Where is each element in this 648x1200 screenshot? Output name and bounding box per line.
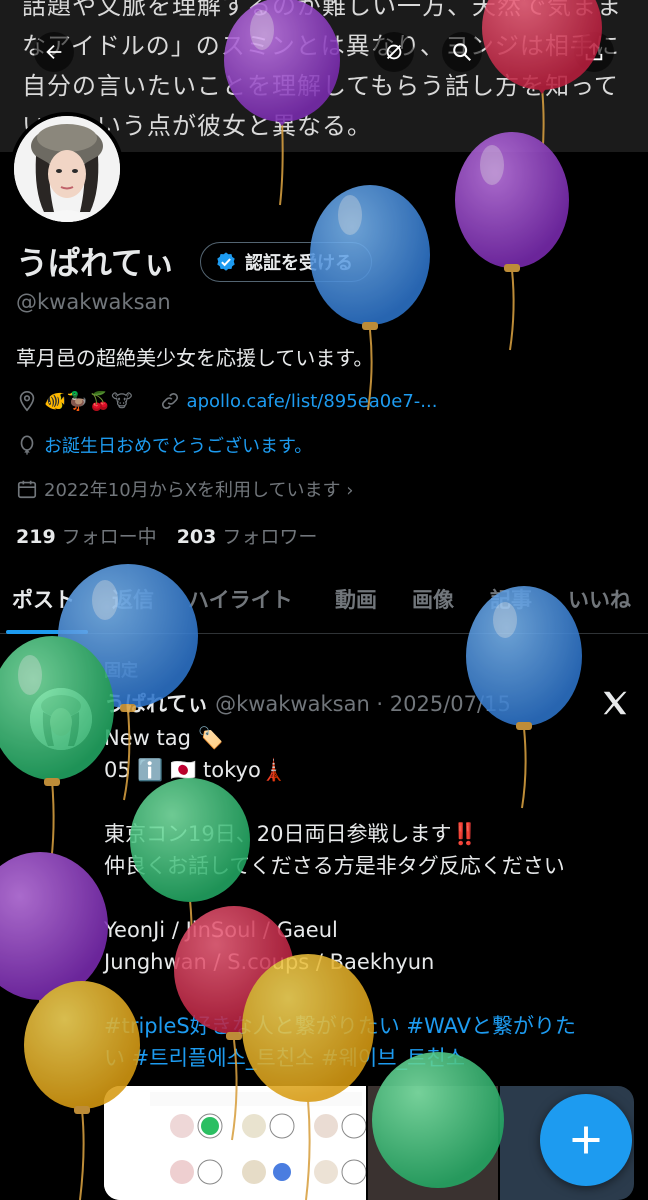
location-pin-icon	[19, 391, 35, 412]
compose-post-button[interactable]	[540, 1094, 632, 1186]
profile-tabs: ポスト 返信 ハイライト 動画 画像 記事 いいね	[0, 574, 648, 634]
search-icon	[453, 43, 471, 61]
share-button[interactable]	[574, 32, 614, 72]
tag-card-image	[104, 1086, 367, 1200]
media-image[interactable]	[104, 1086, 367, 1200]
post-header: うぱれてぃ @kwakwaksan · 2025/07/15	[104, 688, 511, 718]
profile-handle: @kwakwaksan	[16, 290, 171, 314]
plus-icon	[572, 1126, 600, 1154]
post-author-name[interactable]: うぱれてぃ	[104, 692, 208, 716]
location-text: 🐠🦆🍒🐮	[44, 390, 133, 412]
following-count: 219	[16, 526, 56, 548]
profile-link[interactable]: apollo.cafe/list/895ea0e7-...	[187, 391, 438, 412]
post-avatar-image	[30, 688, 92, 750]
tab-videos[interactable]: 動画	[335, 584, 377, 614]
post-hashtags[interactable]: い #트리플에스_트친소 #웨이브_트친소	[104, 1042, 634, 1074]
post-line: YeonJi / JinSoul / Gaeul	[104, 918, 338, 942]
following-label: フォロー中	[61, 526, 157, 548]
post-body[interactable]: New tag 🏷️ 05 ℹ️ 🇯🇵 tokyo🗼 東京コン19日、20日両日…	[104, 722, 634, 1074]
tab-highlights[interactable]: ハイライト	[188, 584, 293, 614]
tab-articles[interactable]: 記事	[490, 584, 532, 614]
pinned-label: 固定	[104, 661, 138, 681]
location-row: 🐠🦆🍒🐮 apollo.cafe/list/895ea0e7-...	[16, 390, 437, 412]
get-verified-button[interactable]: 認証を受ける	[200, 242, 372, 282]
joined-row: 2022年10月からXを利用しています ›	[16, 476, 353, 502]
tab-photos[interactable]: 画像	[412, 584, 454, 614]
balloon-icon	[20, 435, 34, 455]
followers-label: フォロワー	[222, 526, 318, 548]
post-author-avatar[interactable]	[30, 688, 92, 750]
tab-likes[interactable]: いいね	[568, 584, 631, 614]
back-button[interactable]	[34, 32, 74, 72]
share-icon	[585, 42, 603, 61]
avatar-image	[14, 116, 120, 222]
media-image[interactable]	[368, 1086, 498, 1200]
search-button[interactable]	[442, 32, 482, 72]
balloon-purple	[0, 852, 108, 1081]
post-line: 東京コン19日、20日両日参戦します‼️	[104, 822, 478, 846]
birthday-row: お誕生日おめでとうございます。	[16, 432, 312, 458]
grok-button[interactable]	[374, 32, 414, 72]
followers-link[interactable]: 203 フォロワー	[177, 526, 318, 548]
link-icon	[161, 392, 178, 410]
post-author-handle[interactable]: @kwakwaksan · 2025/07/15	[215, 692, 511, 716]
balloon-blue	[310, 185, 430, 411]
tab-posts[interactable]: ポスト	[12, 584, 75, 614]
birthday-text[interactable]: お誕生日おめでとうございます。	[44, 432, 312, 458]
post-hashtags[interactable]: #tripleS好きな人と繋がりたい #WAVと繋がりた	[104, 1010, 634, 1042]
banner-text: 話題や文脈を理解するのが難しい一方、天然で気ままなアイドルの」のスミンとは異なり…	[22, 0, 622, 140]
followers-count: 203	[176, 526, 217, 548]
follow-stats: 219 フォロー中 203 フォロワー	[16, 522, 317, 549]
post-line: New tag 🏷️	[104, 726, 224, 750]
following-link[interactable]: 219 フォロー中	[16, 526, 157, 548]
get-verified-label: 認証を受ける	[245, 253, 353, 274]
active-tab-indicator	[6, 630, 88, 634]
grok-icon	[386, 44, 402, 60]
balloon-green	[0, 636, 114, 871]
x-logo-icon	[603, 691, 627, 715]
post-line: Junghwan / S.coups / Baekhyun	[104, 950, 435, 974]
calendar-icon	[17, 480, 37, 499]
joined-text[interactable]: 2022年10月からXを利用しています ›	[44, 476, 353, 502]
profile-avatar[interactable]	[10, 112, 124, 226]
post-line: 仲良くお話してくださる方是非タグ反応ください	[104, 854, 565, 878]
back-arrow-icon	[46, 44, 62, 60]
display-name: うぱれてぃ	[16, 244, 176, 282]
tab-replies[interactable]: 返信	[112, 584, 154, 614]
profile-bio: 草月邑の超絶美少女を応援しています。	[16, 346, 374, 370]
verified-badge-icon	[217, 252, 235, 271]
post-line: 05 ℹ️ 🇯🇵 tokyo🗼	[104, 758, 287, 782]
balloon-purple	[455, 132, 569, 351]
